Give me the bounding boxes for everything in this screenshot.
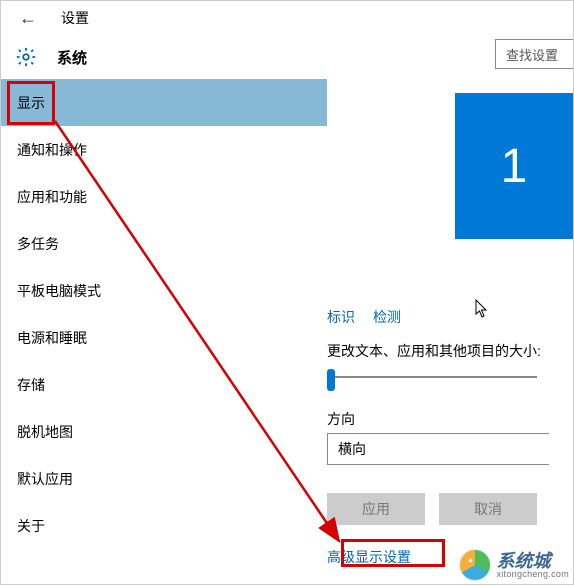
apply-button[interactable]: 应用 — [327, 493, 425, 525]
orientation-value: 横向 — [338, 439, 366, 459]
sidebar-item-apps[interactable]: 应用和功能 — [1, 173, 327, 220]
sidebar-item-about[interactable]: 关于 — [1, 502, 327, 549]
sidebar-item-label: 应用和功能 — [17, 187, 87, 207]
sidebar-item-multitask[interactable]: 多任务 — [1, 220, 327, 267]
scale-slider[interactable] — [327, 369, 537, 387]
sidebar: 显示 通知和操作 应用和功能 多任务 平板电脑模式 电源和睡眠 存储 脱机地图 … — [1, 79, 327, 584]
gear-icon — [15, 46, 37, 68]
sidebar-item-tablet[interactable]: 平板电脑模式 — [1, 267, 327, 314]
window-title: 设置 — [61, 8, 89, 28]
search-input[interactable]: 查找设置 — [495, 39, 573, 69]
sidebar-item-label: 电源和睡眠 — [17, 328, 87, 348]
search-placeholder: 查找设置 — [506, 45, 558, 64]
sidebar-item-display[interactable]: 显示 — [1, 79, 327, 126]
content-panel: 1 标识 检测 更改文本、应用和其他项目的大小: 方向 横向 应用 取消 高级显… — [327, 79, 573, 584]
cursor-icon — [475, 299, 491, 322]
orientation-select[interactable]: 横向 — [327, 433, 549, 465]
sidebar-item-label: 默认应用 — [17, 469, 73, 489]
orientation-label: 方向 — [327, 409, 355, 429]
slider-track — [327, 376, 537, 378]
watermark: 系统城 xitongcheng.com — [460, 550, 569, 580]
back-button[interactable]: ← — [19, 8, 37, 29]
sidebar-item-label: 脱机地图 — [17, 422, 73, 442]
sidebar-item-defaults[interactable]: 默认应用 — [1, 455, 327, 502]
sidebar-item-label: 多任务 — [17, 234, 59, 254]
watermark-logo-icon — [460, 550, 490, 580]
slider-thumb[interactable] — [327, 369, 335, 391]
sidebar-item-power[interactable]: 电源和睡眠 — [1, 314, 327, 361]
sidebar-item-label: 关于 — [17, 516, 45, 536]
sidebar-item-storage[interactable]: 存储 — [1, 361, 327, 408]
sidebar-item-label: 存储 — [17, 375, 45, 395]
identify-link[interactable]: 标识 — [327, 307, 355, 327]
sidebar-item-notifications[interactable]: 通知和操作 — [1, 126, 327, 173]
sidebar-item-label: 平板电脑模式 — [17, 281, 101, 301]
section-title: 系统 — [57, 47, 87, 68]
monitor-number: 1 — [501, 139, 528, 194]
advanced-display-link[interactable]: 高级显示设置 — [327, 547, 411, 567]
watermark-en: xitongcheng.com — [496, 570, 569, 579]
scale-label: 更改文本、应用和其他项目的大小: — [327, 341, 541, 361]
cancel-button[interactable]: 取消 — [439, 493, 537, 525]
watermark-cn: 系统城 — [496, 552, 569, 570]
sidebar-item-label: 显示 — [17, 93, 45, 113]
monitor-preview[interactable]: 1 — [455, 93, 573, 239]
detect-link[interactable]: 检测 — [373, 307, 401, 327]
sidebar-item-label: 通知和操作 — [17, 140, 87, 160]
sidebar-item-maps[interactable]: 脱机地图 — [1, 408, 327, 455]
